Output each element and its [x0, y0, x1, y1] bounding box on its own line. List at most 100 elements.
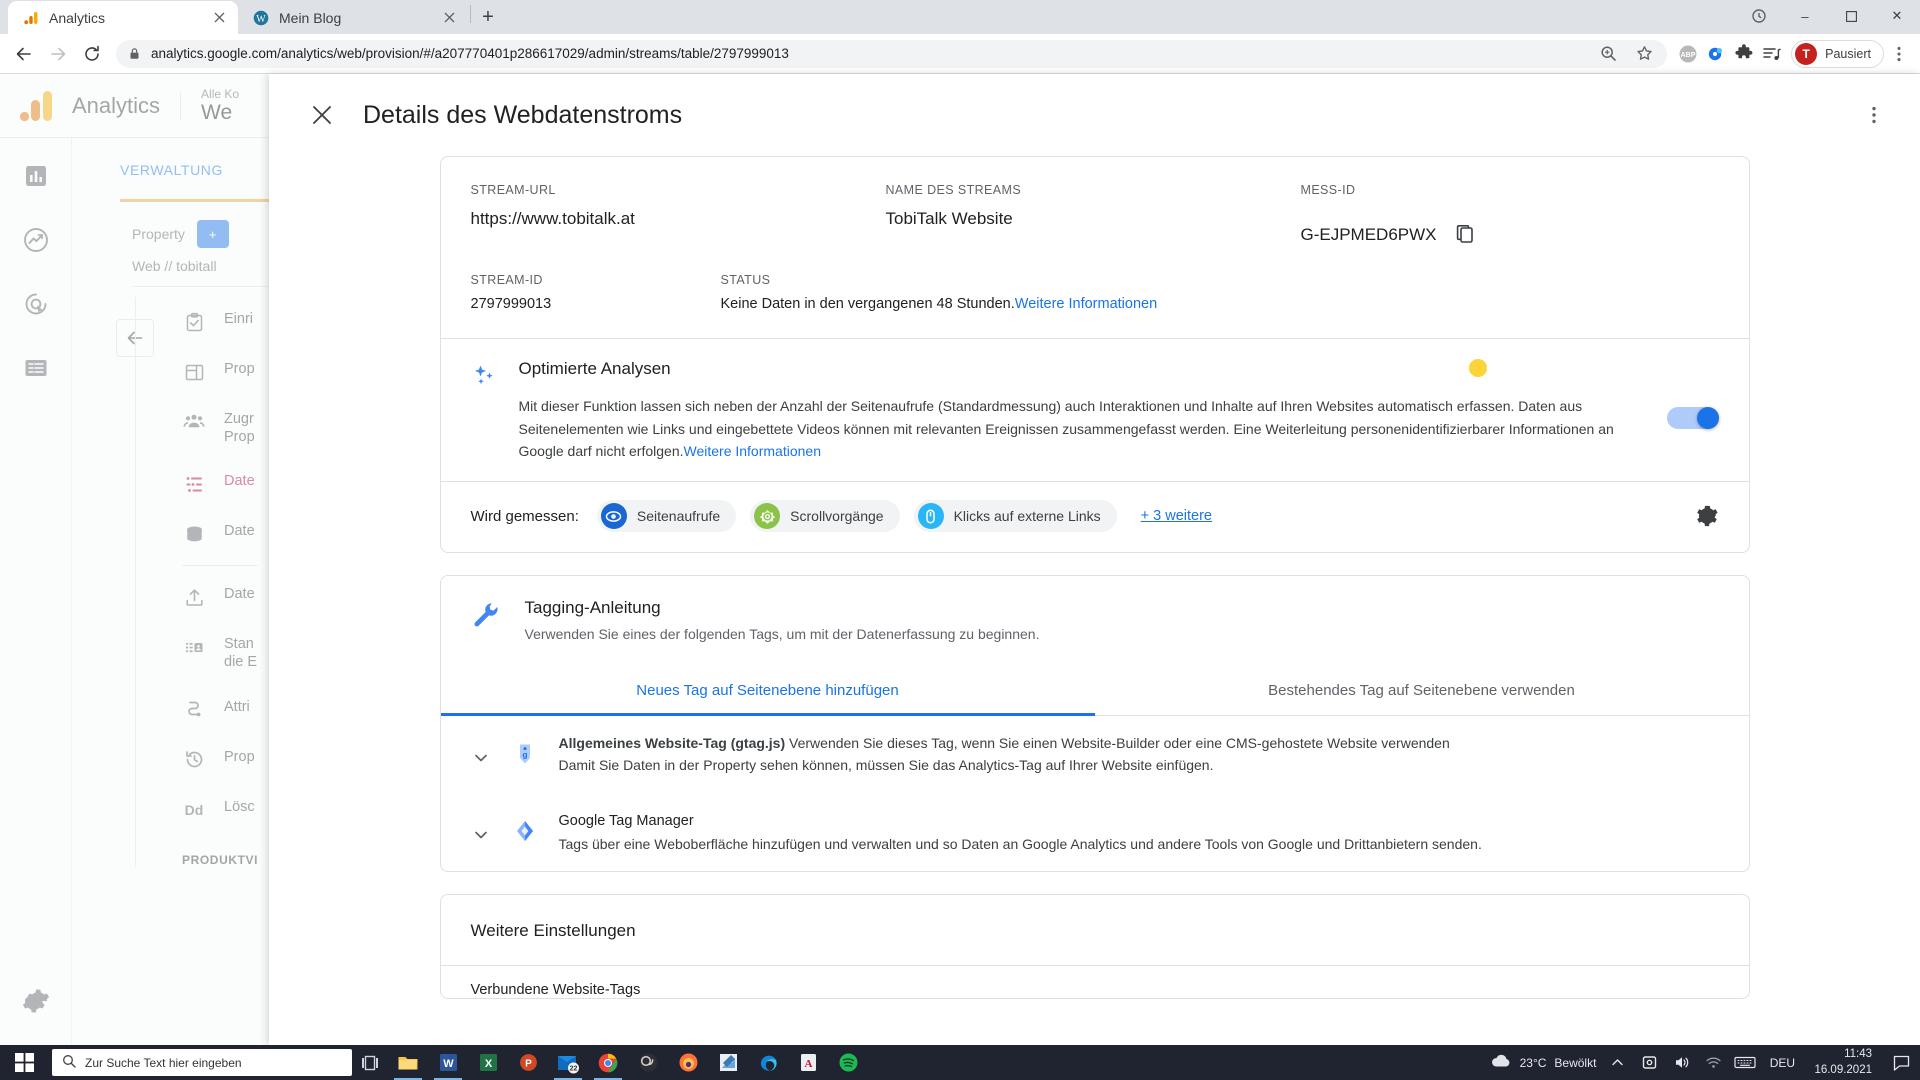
- chevron-down-icon[interactable]: [469, 823, 493, 847]
- enhanced-measurement-description: Mit dieser Funktion lassen sich neben de…: [519, 395, 1649, 463]
- clock-time: 11:43: [1844, 1047, 1872, 1060]
- tag-row-text: Google Tag Manager Tags über eine Webobe…: [559, 809, 1719, 856]
- stream-url-value: https://www.tobitalk.at: [470, 209, 635, 228]
- connected-site-tags-item[interactable]: Verbundene Website-Tags: [441, 966, 1749, 998]
- tag-row-title: Google Tag Manager: [558, 812, 694, 829]
- chip-seitenaufrufe[interactable]: Seitenaufrufe: [596, 500, 737, 533]
- back-button[interactable]: [8, 38, 40, 70]
- kebab-menu-icon[interactable]: [1858, 99, 1890, 131]
- gear-icon[interactable]: [1693, 503, 1719, 529]
- svg-text:A: A: [804, 1058, 812, 1070]
- weather-temperature: 23°C: [1519, 1055, 1547, 1070]
- acrobat-icon[interactable]: A: [788, 1045, 828, 1080]
- forward-button[interactable]: [42, 38, 74, 70]
- minimize-button[interactable]: –: [1782, 0, 1828, 32]
- weather-widget[interactable]: 23°C Bewölkt: [1490, 1053, 1596, 1072]
- clock[interactable]: 11:43 16.09.2021: [1808, 1047, 1878, 1078]
- firefox-icon[interactable]: [668, 1045, 708, 1080]
- panel-scroll-area[interactable]: STREAM-URL https://www.tobitalk.at NAME …: [269, 156, 1920, 1045]
- keyboard-icon[interactable]: [1734, 1052, 1757, 1074]
- close-window-button[interactable]: ✕: [1874, 0, 1920, 32]
- tab-title: Analytics: [49, 9, 106, 26]
- paint-icon[interactable]: [708, 1045, 748, 1080]
- kebab-menu-icon[interactable]: [1886, 41, 1912, 67]
- gtag-icon: g: [513, 742, 539, 771]
- svg-text:W: W: [443, 1058, 454, 1070]
- scroll-target-icon: [754, 503, 781, 530]
- svg-text:X: X: [484, 1058, 492, 1070]
- copy-icon[interactable]: [1453, 223, 1477, 247]
- reload-button[interactable]: [76, 38, 108, 70]
- file-explorer-icon[interactable]: [388, 1045, 428, 1080]
- wordpress-icon: W: [252, 9, 270, 27]
- stream-id-value: 2797999013: [470, 296, 552, 312]
- windows-start-icon[interactable]: [0, 1045, 48, 1080]
- profile-status-label: Pausiert: [1825, 46, 1871, 61]
- chip-scrollvorgaenge[interactable]: Scrollvorgänge: [750, 500, 900, 533]
- chevron-down-icon[interactable]: [469, 746, 493, 770]
- volume-icon[interactable]: [1670, 1052, 1692, 1074]
- task-view-icon[interactable]: [352, 1054, 388, 1072]
- tab-neues-tag[interactable]: Neues Tag auf Seitenebene hinzufügen: [440, 672, 1095, 717]
- chrome-icon[interactable]: [588, 1045, 628, 1080]
- browser-toolbar: analytics.google.com/analytics/web/provi…: [0, 34, 1920, 74]
- sparkle-icon: [471, 359, 501, 463]
- tagging-header: Tagging-Anleitung Verwenden Sie eines de…: [441, 576, 1749, 642]
- stream-id-field: STREAM-ID 2797999013: [471, 273, 721, 312]
- analytics-icon: [22, 9, 40, 27]
- close-icon[interactable]: [309, 102, 335, 128]
- tab-bestehendes-tag[interactable]: Bestehendes Tag auf Seitenebene verwende…: [1094, 672, 1749, 717]
- close-icon[interactable]: [440, 9, 458, 27]
- measurement-id-value: G-EJPMED6PWX: [1300, 225, 1437, 244]
- chip-klicks-externe-links[interactable]: Klicks auf externe Links: [913, 500, 1117, 533]
- powerpoint-icon[interactable]: P: [508, 1045, 548, 1080]
- puzzle-icon[interactable]: [1731, 41, 1757, 67]
- maximize-button[interactable]: [1828, 0, 1874, 32]
- address-bar[interactable]: analytics.google.com/analytics/web/provi…: [116, 39, 1668, 68]
- profile-button[interactable]: T Pausiert: [1791, 39, 1884, 68]
- browser-tab-analytics[interactable]: Analytics: [8, 1, 238, 34]
- stream-url-label: STREAM-URL: [470, 183, 556, 197]
- reading-list-icon[interactable]: [1759, 41, 1785, 67]
- wifi-icon[interactable]: [1702, 1052, 1724, 1074]
- adblock-icon[interactable]: ABP: [1675, 41, 1701, 67]
- mouse-click-icon: [917, 503, 944, 530]
- spotify-icon[interactable]: [828, 1045, 868, 1080]
- search-placeholder: Zur Suche Text hier eingeben: [85, 1055, 242, 1070]
- status-more-info-link[interactable]: Weitere Informationen: [1015, 296, 1157, 312]
- excel-icon[interactable]: X: [468, 1045, 508, 1080]
- browser-tab-mein-blog[interactable]: W Mein Blog: [238, 1, 468, 34]
- obs-icon[interactable]: [628, 1045, 668, 1080]
- close-icon[interactable]: [210, 9, 228, 27]
- notification-icon[interactable]: [1888, 1045, 1914, 1080]
- more-events-link[interactable]: + 3 weitere: [1141, 508, 1212, 524]
- tagging-header-body: Tagging-Anleitung Verwenden Sie eines de…: [525, 598, 1040, 642]
- cloud-icon: [1490, 1053, 1512, 1072]
- language-indicator[interactable]: DEU: [1766, 1052, 1798, 1074]
- search-input[interactable]: Zur Suche Text hier eingeben: [52, 1049, 352, 1076]
- tab-strip: Analytics W Mein Blog + – ✕: [0, 0, 1920, 34]
- svg-text:P: P: [525, 1059, 532, 1070]
- extension-icon[interactable]: [1703, 41, 1729, 67]
- tab-separator: [470, 4, 471, 23]
- tag-row-text: Allgemeines Website-Tag (gtag.js) Verwen…: [559, 732, 1719, 777]
- bookmark-star-icon[interactable]: [1631, 41, 1657, 67]
- tag-row-gtag[interactable]: g Allgemeines Website-Tag (gtag.js) Verw…: [441, 716, 1749, 793]
- lock-icon: [126, 46, 142, 62]
- new-tab-button[interactable]: +: [473, 2, 503, 32]
- analytics-page: Analytics Alle Ko We: [0, 74, 1920, 1045]
- update-indicator-icon[interactable]: [1736, 0, 1782, 32]
- tag-row-gtm[interactable]: Google Tag Manager Tags über eine Webobe…: [441, 793, 1749, 872]
- svg-text:ABP: ABP: [1681, 52, 1696, 59]
- edge-icon[interactable]: [748, 1045, 788, 1080]
- zoom-icon[interactable]: [1595, 41, 1621, 67]
- chevron-up-icon[interactable]: [1606, 1052, 1628, 1074]
- onedrive-icon[interactable]: [1638, 1052, 1660, 1074]
- outlook-icon[interactable]: 22: [548, 1045, 588, 1080]
- stream-info-row-1: STREAM-URL https://www.tobitalk.at NAME …: [441, 157, 1749, 255]
- stream-status-field: STATUS Keine Daten in den vergangenen 48…: [721, 273, 1719, 312]
- word-icon[interactable]: W: [428, 1045, 468, 1080]
- enhanced-more-info-link[interactable]: Weitere Informationen: [684, 443, 821, 459]
- enhanced-measurement-toggle[interactable]: [1666, 407, 1719, 429]
- tag-row-description: Tags über eine Weboberfläche hinzufügen …: [558, 835, 1482, 852]
